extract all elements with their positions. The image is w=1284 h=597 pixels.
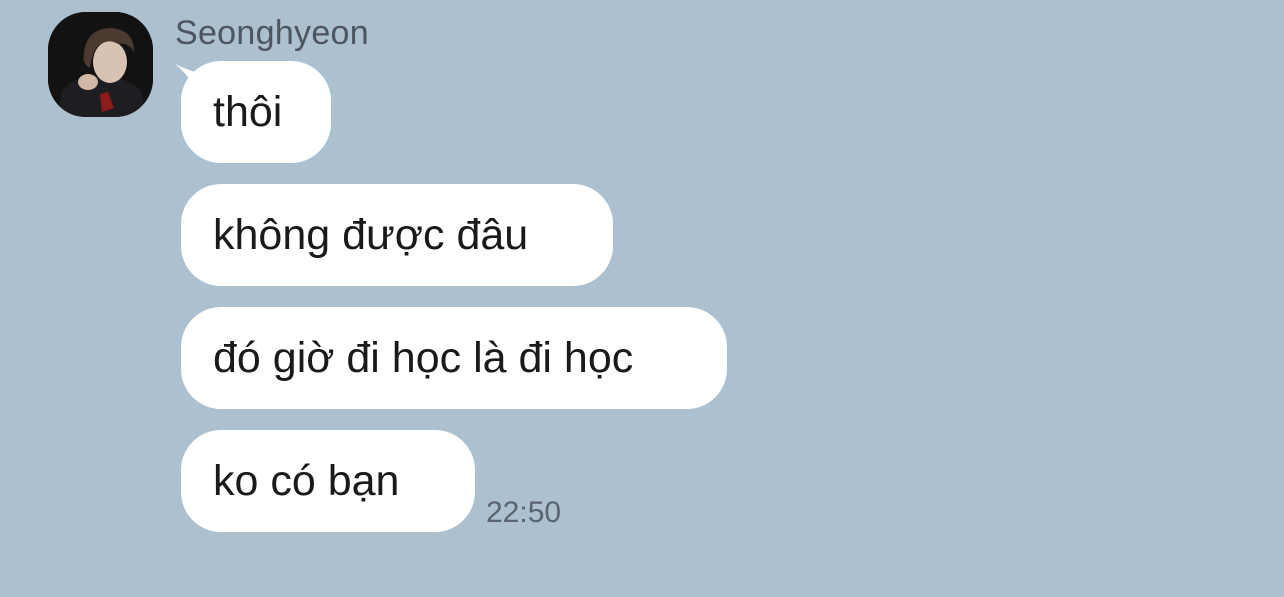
message-bubble[interactable]: ko có bạn	[181, 430, 475, 532]
message-text: không được đâu	[213, 210, 529, 259]
message-bubble[interactable]: đó giờ đi học là đi học	[181, 307, 727, 409]
profile-photo-icon	[48, 12, 153, 117]
message-bubble[interactable]: không được đâu	[181, 184, 613, 286]
sender-name: Seonghyeon	[175, 14, 369, 52]
message-bubble[interactable]: thôi	[181, 61, 331, 163]
message-text: thôi	[213, 87, 283, 136]
message-timestamp: 22:50	[486, 496, 562, 529]
sender-avatar[interactable]	[48, 12, 153, 117]
message-text: ko có bạn	[213, 456, 400, 505]
message-text: đó giờ đi học là đi học	[213, 333, 634, 382]
